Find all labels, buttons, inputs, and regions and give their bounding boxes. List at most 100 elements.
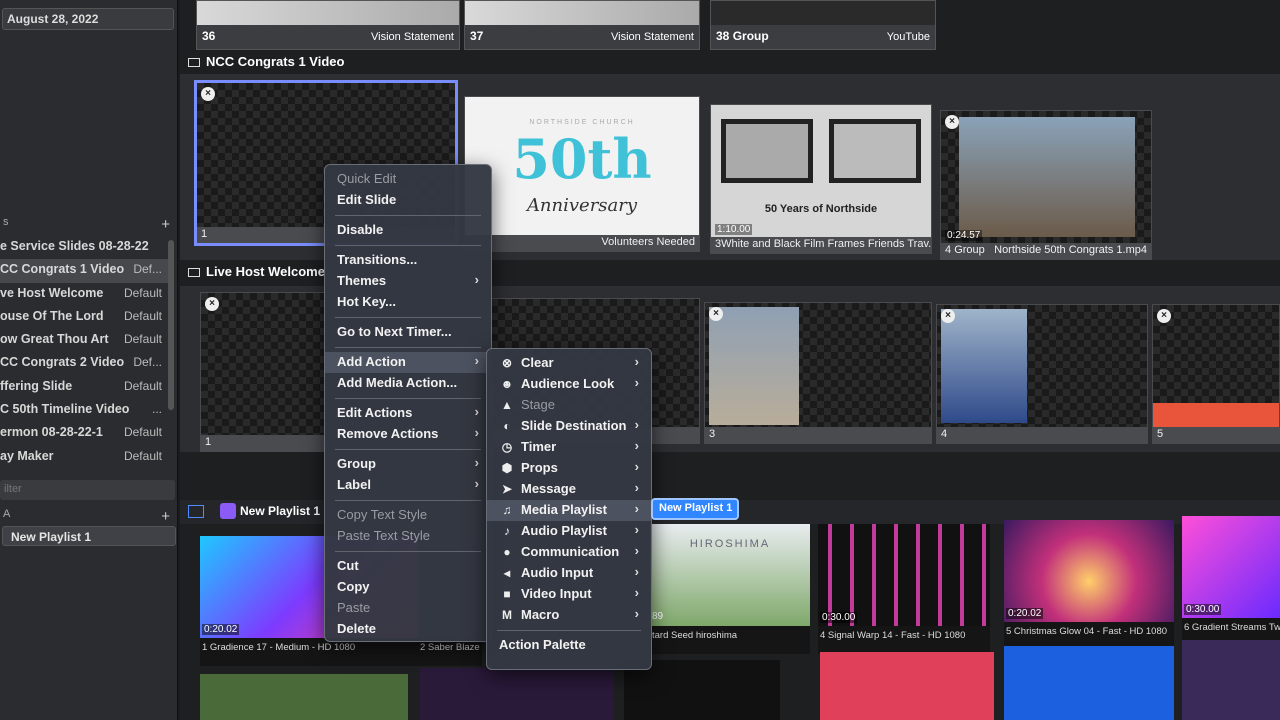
slide-thumbnail[interactable]: 38 Group YouTube <box>710 0 936 50</box>
slide-image <box>941 111 1151 243</box>
media-item[interactable]: 0:20.02 5 Christmas Glow 04 - Fast - HD … <box>1004 520 1174 650</box>
menu-item-remove-actions[interactable]: Remove Actions › <box>325 424 491 445</box>
presentation-item[interactable]: CC Congrats 2 Video Def... <box>0 352 168 375</box>
submenu-item-audio-input[interactable]: ◂ Audio Input › <box>487 563 651 584</box>
submenu-item-video-input[interactable]: ■ Video Input › <box>487 584 651 605</box>
media-thumbnail[interactable] <box>1182 640 1280 720</box>
submenu-item-slide-destination[interactable]: ◐ Slide Destination › <box>487 416 651 437</box>
submenu-item-audio-playlist[interactable]: ♪ Audio Playlist › <box>487 521 651 542</box>
add-action-submenu: ⊗ Clear › ☻ Audience Look › ▲ Stage ◐ Slide De… <box>486 348 652 670</box>
slide-image <box>937 305 1147 427</box>
menu-item-add-media-action[interactable]: Add Media Action... <box>325 373 491 394</box>
section-title[interactable]: Live Host Welcome <box>188 264 325 279</box>
menu-item-disable[interactable]: Disable <box>325 220 491 241</box>
menu-item-edit-slide[interactable]: Edit Slide <box>325 190 491 211</box>
submenu-item-action-palette[interactable]: Action Palette <box>487 635 651 656</box>
sidebar-scrollbar[interactable] <box>168 240 174 410</box>
media-thumbnail <box>818 524 990 626</box>
section-title[interactable]: NCC Congrats 1 Video <box>188 54 344 69</box>
submenu-item-audience-look[interactable]: ☻ Audience Look › <box>487 374 651 395</box>
slide-thumbnail[interactable]: × 4 <box>936 304 1148 444</box>
stage-icon: ▲ <box>501 398 513 412</box>
slide-number: 37 <box>470 29 484 43</box>
submenu-item-media-playlist[interactable]: ♫ Media Playlist › <box>487 500 651 521</box>
media-thumbnail[interactable] <box>1004 646 1174 720</box>
slide-image <box>197 1 459 25</box>
add-playlist-icon[interactable]: + <box>161 508 170 525</box>
submenu-item-message[interactable]: ➤ Message › <box>487 479 651 500</box>
duration-label: 0:20.02 <box>202 624 240 635</box>
chevron-right-icon: › <box>634 585 639 600</box>
submenu-item-props[interactable]: ⬢ Props › <box>487 458 651 479</box>
menu-item-copy[interactable]: Copy <box>325 577 491 598</box>
presentation-item[interactable]: ow Great Thou Art Default <box>0 329 168 352</box>
presentation-item[interactable]: e Service Slides 08-28-22 <box>0 236 168 259</box>
media-thumbnail <box>1182 516 1280 618</box>
media-bin-icon[interactable] <box>188 505 204 518</box>
date-field[interactable]: August 28, 2022 <box>2 8 174 30</box>
chevron-right-icon: › <box>634 543 639 558</box>
filter-input[interactable]: ilter <box>0 480 175 500</box>
slide-number: 1 <box>205 436 212 448</box>
menu-item-paste-text-style: Paste Text Style <box>337 528 430 543</box>
presentation-item[interactable]: ve Host Welcome Default <box>0 283 168 306</box>
presentation-item[interactable]: ouse Of The Lord Default <box>0 306 168 329</box>
slide-image <box>201 293 325 435</box>
new-playlist-option[interactable]: New Playlist 1 <box>651 498 739 520</box>
media-thumbnail[interactable] <box>200 674 408 720</box>
chevron-right-icon: › <box>474 272 479 287</box>
submenu-item-label: Timer <box>521 439 557 454</box>
slide-thumbnail[interactable]: × 5 <box>1152 304 1280 444</box>
arrangement-label: Def... <box>133 262 162 277</box>
presentation-item[interactable]: CC Congrats 1 Video Def... <box>0 259 168 283</box>
media-thumbnail[interactable] <box>820 652 994 720</box>
communication-icon: ● <box>503 545 511 559</box>
menu-item-add-action[interactable]: Add Action › <box>325 352 491 373</box>
slide-thumbnail[interactable]: × 0:24.57 4 Group Northside 50th Congrats… <box>940 110 1152 260</box>
presentation-item[interactable]: ay Maker Default <box>0 446 168 469</box>
clear-icon: × <box>205 297 219 311</box>
presentation-icon <box>188 58 200 68</box>
sidebar-playlist-item[interactable]: New Playlist 1 <box>2 526 176 546</box>
menu-item-edit-actions[interactable]: Edit Actions › <box>325 403 491 424</box>
slide-thumbnail[interactable]: × 1 <box>200 292 326 452</box>
presentation-item[interactable]: ermon 08-28-22-1 Default <box>0 422 168 445</box>
menu-separator <box>335 500 481 501</box>
media-playlist-label[interactable]: New Playlist 1 <box>240 504 320 518</box>
media-item[interactable]: HIROSHIMA 89 tard Seed hiroshima <box>650 524 810 654</box>
clear-icon: × <box>1157 309 1171 323</box>
video-frame <box>959 117 1135 237</box>
slide-image: 50 Years of Northside <box>711 105 931 237</box>
menu-item-delete[interactable]: Delete <box>325 619 491 640</box>
menu-item-label[interactable]: Label › <box>325 475 491 496</box>
add-icon[interactable]: + <box>161 216 170 233</box>
submenu-item-communication[interactable]: ● Communication › <box>487 542 651 563</box>
media-item[interactable]: 0:30.00 6 Gradient Streams Twilight <box>1182 516 1280 646</box>
slide-thumbnail[interactable]: 36 Vision Statement <box>196 0 460 50</box>
media-item[interactable]: 0:30.00 4 Signal Warp 14 - Fast - HD 108… <box>818 524 990 654</box>
slide-thumbnail[interactable]: 37 Vision Statement <box>464 0 700 50</box>
menu-item-themes[interactable]: Themes › <box>325 271 491 292</box>
menu-item-hot-key[interactable]: Hot Key... <box>325 292 491 313</box>
submenu-item-label: Stage <box>521 397 555 412</box>
media-thumbnail[interactable] <box>420 668 614 720</box>
chevron-right-icon: › <box>634 417 639 432</box>
slide-thumbnail[interactable]: 50 Years of Northside 1:10.00 3White and… <box>710 104 932 254</box>
media-caption: 5 Christmas Glow 04 - Fast - HD 1080 <box>1006 626 1168 637</box>
submenu-item-timer[interactable]: ◷ Timer › <box>487 437 651 458</box>
menu-item-transitions[interactable]: Transitions... <box>325 250 491 271</box>
media-caption: 2 Saber Blaze <box>420 642 480 653</box>
menu-item-group[interactable]: Group › <box>325 454 491 475</box>
duration-label: 0:20.02 <box>1006 608 1044 619</box>
presentation-item[interactable]: C 50th Timeline Video... <box>0 399 168 422</box>
menu-item-cut[interactable]: Cut <box>325 556 491 577</box>
media-caption: 6 Gradient Streams Twilight <box>1184 622 1280 633</box>
submenu-item-macro[interactable]: M Macro › <box>487 605 651 626</box>
chevron-right-icon: › <box>474 353 479 368</box>
slide-thumbnail[interactable]: NORTHSIDE CHURCH 50th Anniversary Volunt… <box>464 96 700 252</box>
slide-thumbnail[interactable]: × 3 <box>704 302 932 444</box>
submenu-item-clear[interactable]: ⊗ Clear › <box>487 353 651 374</box>
menu-item-go-to-next-timer[interactable]: Go to Next Timer... <box>325 322 491 343</box>
menu-separator <box>335 449 481 450</box>
presentation-item[interactable]: ffering Slide Default <box>0 376 168 399</box>
